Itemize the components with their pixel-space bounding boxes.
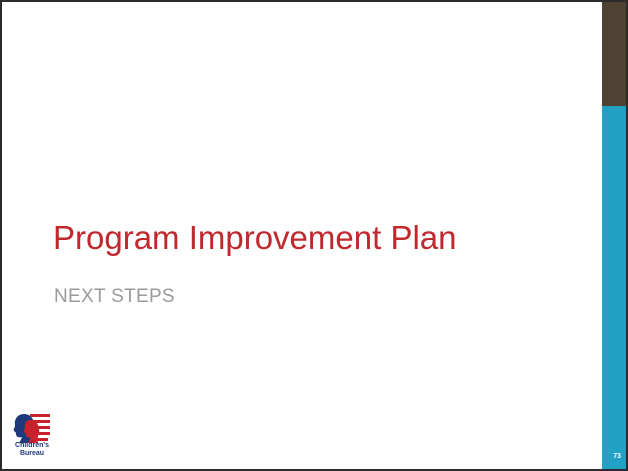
logo-wordmark: Children's Bureau	[8, 442, 56, 458]
accent-bar-top	[602, 2, 626, 106]
logo-name-line2: Bureau	[19, 450, 45, 457]
slide: 73 Program Improvement Plan NEXT STEPS C…	[0, 0, 628, 471]
slide-subtitle: NEXT STEPS	[54, 286, 175, 307]
slide-title: Program Improvement Plan	[53, 219, 457, 256]
page-number: 73	[613, 453, 621, 460]
accent-sidebar: 73	[602, 2, 626, 469]
logo-name-line1: Children's	[15, 442, 49, 449]
accent-bar-bottom	[602, 106, 626, 469]
